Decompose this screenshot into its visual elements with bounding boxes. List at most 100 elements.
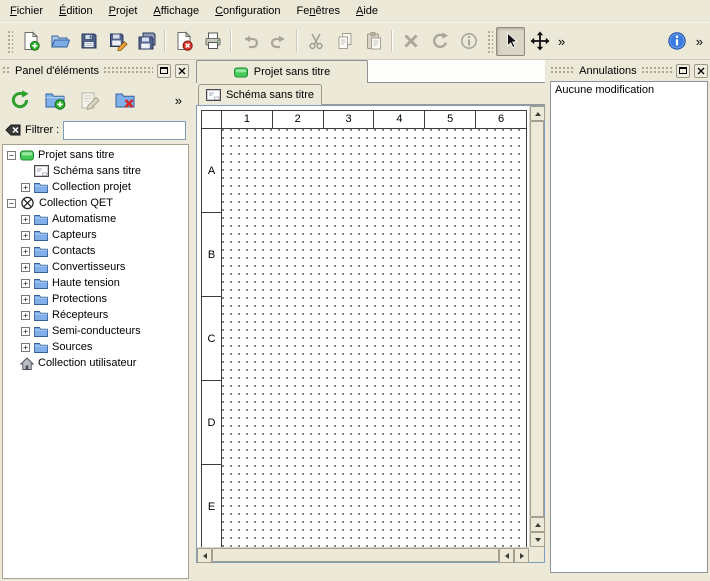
new-document-icon — [21, 31, 41, 51]
tree-item-automatisme[interactable]: +Automatisme — [3, 211, 188, 227]
dock-drag-grip[interactable] — [641, 66, 672, 75]
expander-minus-icon[interactable]: − — [7, 199, 16, 208]
folder-plus-icon — [44, 89, 66, 111]
new-document-button[interactable] — [16, 27, 45, 56]
toolbar-overflow-chevron[interactable]: » — [554, 34, 569, 49]
undo-panel: Annulations Aucune modification — [548, 60, 710, 581]
save-button[interactable] — [74, 27, 103, 56]
project-tab-label: Projet sans titre — [254, 66, 330, 78]
expander-plus-icon[interactable]: + — [21, 343, 30, 352]
redo-button[interactable] — [264, 27, 293, 56]
tree-item-collection-projet[interactable]: +Collection projet — [3, 179, 188, 195]
expander-plus-icon[interactable]: + — [21, 279, 30, 288]
expander-plus-icon[interactable]: + — [21, 311, 30, 320]
tree-item-sources[interactable]: +Sources — [3, 339, 188, 355]
tree-item-label: Récepteurs — [52, 309, 108, 321]
undo-button[interactable] — [235, 27, 264, 56]
close-icon — [697, 67, 705, 75]
expander-plus-icon[interactable]: + — [21, 247, 30, 256]
scroll-left-button[interactable] — [197, 548, 212, 563]
scroll-right-button[interactable] — [514, 548, 529, 563]
print-button[interactable] — [198, 27, 227, 56]
filter-input[interactable] — [63, 121, 186, 140]
elements-panel-title: Panel d'éléments — [15, 65, 99, 77]
clear-filter-button[interactable] — [5, 123, 21, 137]
save-all-button[interactable] — [132, 27, 161, 56]
elements-toolbar-overflow[interactable]: » — [171, 93, 186, 108]
tree-item-collection-qet[interactable]: − Collection QET — [3, 195, 188, 211]
tree-item-label: Semi-conducteurs — [52, 325, 141, 337]
expander-plus-icon[interactable]: + — [21, 295, 30, 304]
expander-plus-icon[interactable]: + — [21, 263, 30, 272]
expander-plus-icon[interactable]: + — [21, 215, 30, 224]
cut-button[interactable] — [301, 27, 330, 56]
reload-collections-button[interactable] — [5, 85, 35, 115]
tree-item-protections[interactable]: +Protections — [3, 291, 188, 307]
menu-configuration[interactable]: Configuration — [207, 2, 288, 21]
edit-category-button[interactable] — [75, 85, 105, 115]
vertical-scrollbar-thumb[interactable] — [530, 121, 544, 517]
new-category-button[interactable] — [40, 85, 70, 115]
tree-item-label: Collection QET — [39, 197, 113, 209]
menu-fenetres[interactable]: Fenêtres — [289, 2, 348, 21]
expander-plus-icon[interactable]: + — [21, 183, 30, 192]
delete-icon — [401, 31, 421, 51]
elements-panel-titlebar: Panel d'éléments — [2, 62, 189, 79]
menu-fichier[interactable]: Fichier — [2, 2, 51, 21]
dock-drag-grip[interactable] — [2, 66, 11, 75]
delete-category-button[interactable] — [110, 85, 140, 115]
menu-affichage[interactable]: Affichage — [145, 2, 207, 21]
undo-panel-close-button[interactable] — [694, 64, 708, 78]
undo-panel-float-button[interactable] — [676, 64, 690, 78]
paste-button[interactable] — [359, 27, 388, 56]
row-header: D — [202, 381, 221, 465]
menu-projet[interactable]: Projet — [101, 2, 146, 21]
horizontal-scrollbar-thumb[interactable] — [212, 548, 499, 562]
diagram-canvas[interactable] — [222, 129, 526, 547]
close-file-button[interactable] — [169, 27, 198, 56]
pan-mode-button[interactable] — [525, 27, 554, 56]
scroll-left-button-right[interactable] — [499, 548, 514, 563]
scroll-up-button-bottom[interactable] — [530, 517, 545, 532]
tree-item-haute-tension[interactable]: +Haute tension — [3, 275, 188, 291]
copy-button[interactable] — [330, 27, 359, 56]
tab-projet-sans-titre[interactable]: Projet sans titre — [196, 60, 368, 83]
tree-item-projet-sans-titre[interactable]: −Projet sans titre — [3, 147, 188, 163]
toolbar-overflow-chevron[interactable]: » — [692, 34, 707, 49]
dock-drag-grip[interactable] — [550, 66, 575, 75]
tree-item-collection-utilisateur[interactable]: Collection utilisateur — [3, 355, 188, 371]
menu-aide[interactable]: Aide — [348, 2, 386, 21]
expander-plus-icon[interactable]: + — [21, 327, 30, 336]
elements-panel-close-button[interactable] — [175, 64, 189, 78]
expander-minus-icon[interactable]: − — [7, 151, 16, 160]
folder-icon — [34, 278, 48, 289]
elements-panel-float-button[interactable] — [157, 64, 171, 78]
tree-item-convertisseurs[interactable]: +Convertisseurs — [3, 259, 188, 275]
scroll-up-button[interactable] — [530, 106, 545, 121]
open-project-button[interactable] — [45, 27, 74, 56]
tree-item-recepteurs[interactable]: + Récepteurs — [3, 307, 188, 323]
scroll-down-button[interactable] — [530, 532, 545, 547]
select-mode-button[interactable] — [496, 27, 525, 56]
tree-item-capteurs[interactable]: + Capteurs — [3, 227, 188, 243]
properties-button[interactable] — [454, 27, 483, 56]
menu-edition[interactable]: Édition — [51, 2, 101, 21]
undo-empty-item[interactable]: Aucune modification — [553, 83, 705, 97]
tree-item-schema-sans-titre[interactable]: Schéma sans titre — [3, 163, 188, 179]
arrow-up-icon — [535, 112, 541, 116]
dock-drag-grip[interactable] — [103, 66, 153, 75]
tree-item-label: Schéma sans titre — [53, 165, 141, 177]
toolbar-handle[interactable] — [486, 29, 493, 53]
diagram-sheet[interactable]: 123456 ABCDE — [201, 110, 527, 547]
tree-item-semi-conducteurs[interactable]: + Semi-conducteurs — [3, 323, 188, 339]
toolbar-handle[interactable] — [6, 29, 13, 53]
tree-item-contacts[interactable]: +Contacts — [3, 243, 188, 259]
rotate-button[interactable] — [425, 27, 454, 56]
save-as-button[interactable] — [103, 27, 132, 56]
about-button[interactable] — [663, 27, 692, 56]
main-toolbar: »» — [0, 23, 710, 60]
delete-button[interactable] — [396, 27, 425, 56]
tab-schema-sans-titre[interactable]: Schéma sans titre — [198, 84, 322, 105]
tree-item-label: Capteurs — [52, 229, 97, 241]
expander-plus-icon[interactable]: + — [21, 231, 30, 240]
